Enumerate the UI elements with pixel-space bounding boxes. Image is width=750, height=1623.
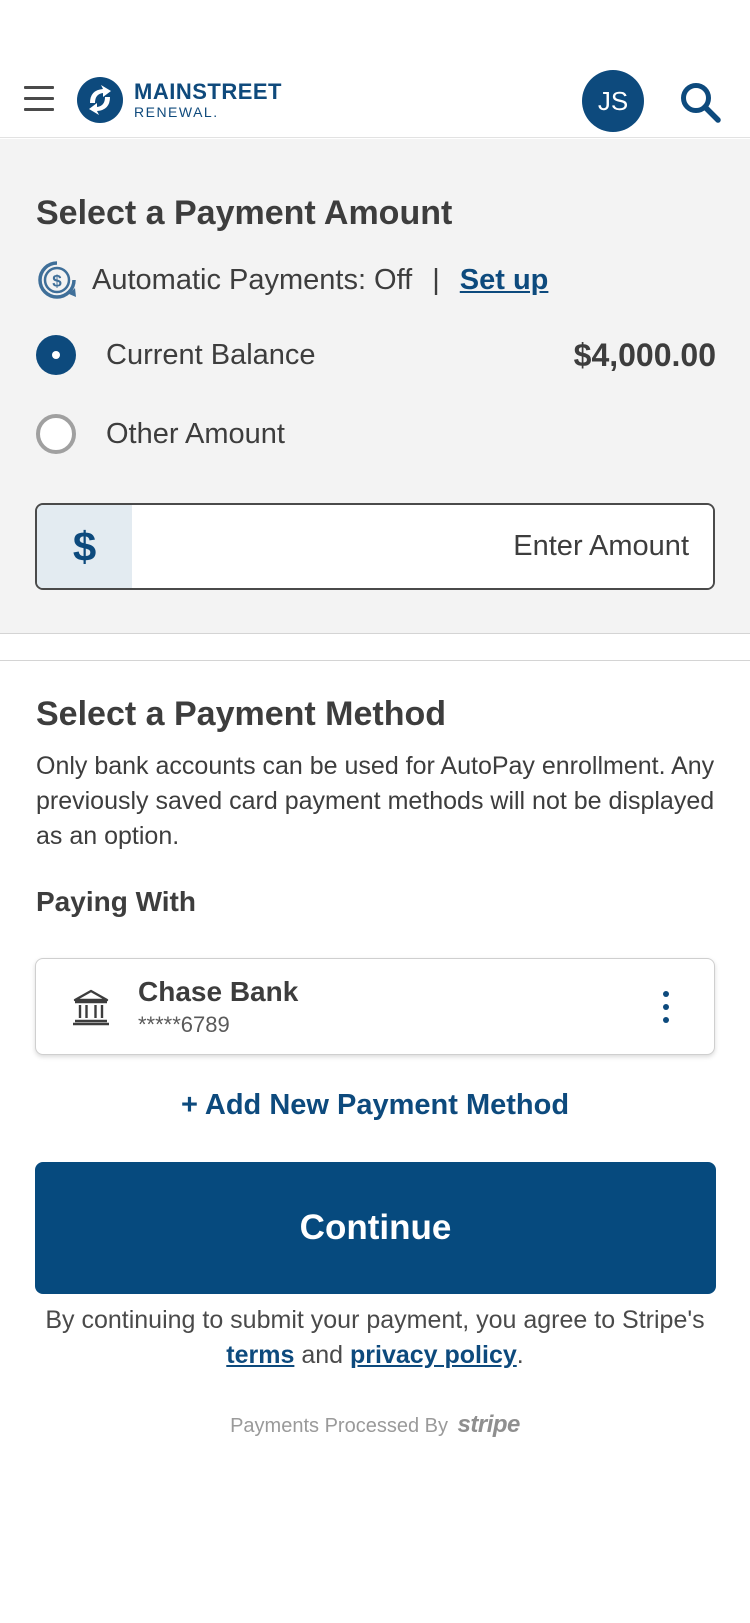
terms-link[interactable]: terms [226, 1341, 294, 1369]
legal-notice: By continuing to submit your payment, yo… [40, 1303, 710, 1373]
amount-input[interactable] [132, 505, 713, 588]
autopay-dollar-cycle-icon: $ [38, 261, 76, 299]
hamburger-menu-icon[interactable] [24, 86, 54, 112]
legal-prefix: By continuing to submit your payment, yo… [45, 1306, 705, 1334]
account-number-masked: *****6789 [138, 1011, 230, 1037]
bank-name: Chase Bank [138, 975, 299, 1007]
stripe-logo: stripe [457, 1411, 521, 1438]
currency-prefix: $ [37, 505, 132, 588]
payment-amount-title: Select a Payment Amount [36, 194, 453, 232]
other-amount-label: Other Amount [106, 417, 285, 450]
paying-with-label: Paying With [36, 886, 196, 917]
user-avatar[interactable]: JS [582, 70, 644, 132]
other-amount-radio[interactable] [36, 414, 76, 454]
autopay-separator: | [432, 263, 440, 296]
processed-by-label: Payments Processed By [230, 1415, 448, 1437]
autopay-label: Automatic Payments: Off [92, 263, 413, 296]
logo-icon [77, 77, 123, 123]
current-balance-label: Current Balance [106, 338, 316, 371]
amount-input-group: $ [35, 503, 715, 590]
payment-amount-section: Select a Payment Amount $ Automatic Paym… [0, 139, 750, 634]
continue-button[interactable]: Continue [35, 1162, 716, 1294]
add-payment-method-link[interactable]: + Add New Payment Method [0, 1089, 750, 1122]
autopay-status: $ Automatic Payments: Off | Set up [36, 259, 548, 301]
app-header: MAINSTREET RENEWAL. JS [0, 0, 750, 138]
option-current-balance[interactable]: Current Balance $4,000.00 [36, 333, 716, 377]
payment-method-title: Select a Payment Method [36, 695, 447, 733]
autopay-setup-link[interactable]: Set up [460, 264, 549, 297]
selected-payment-method-card[interactable]: Chase Bank *****6789 [35, 958, 715, 1055]
payments-processed-by: Payments Processed By stripe [0, 1411, 750, 1439]
current-balance-value: $4,000.00 [573, 336, 716, 373]
search-icon[interactable] [678, 80, 722, 124]
privacy-policy-link[interactable]: privacy policy [350, 1341, 517, 1369]
payment-method-section: Select a Payment Method Only bank accoun… [0, 660, 750, 1438]
more-options-icon[interactable] [660, 990, 672, 1023]
logo-main-text: MAINSTREET [134, 79, 282, 104]
payment-method-info: Chase Bank *****6789 [138, 976, 298, 1038]
current-balance-radio[interactable] [36, 335, 76, 375]
mainstreet-logo[interactable]: MAINSTREET RENEWAL. [76, 75, 282, 125]
logo-sub-text: RENEWAL. [134, 104, 219, 120]
svg-text:$: $ [52, 272, 62, 291]
legal-and: and [301, 1341, 344, 1369]
payment-method-description: Only bank accounts can be used for AutoP… [36, 752, 715, 850]
logo-wordmark: MAINSTREET RENEWAL. [134, 79, 282, 120]
legal-suffix: . [516, 1341, 524, 1369]
option-other-amount[interactable]: Other Amount [36, 412, 716, 456]
bank-icon [73, 989, 109, 1025]
